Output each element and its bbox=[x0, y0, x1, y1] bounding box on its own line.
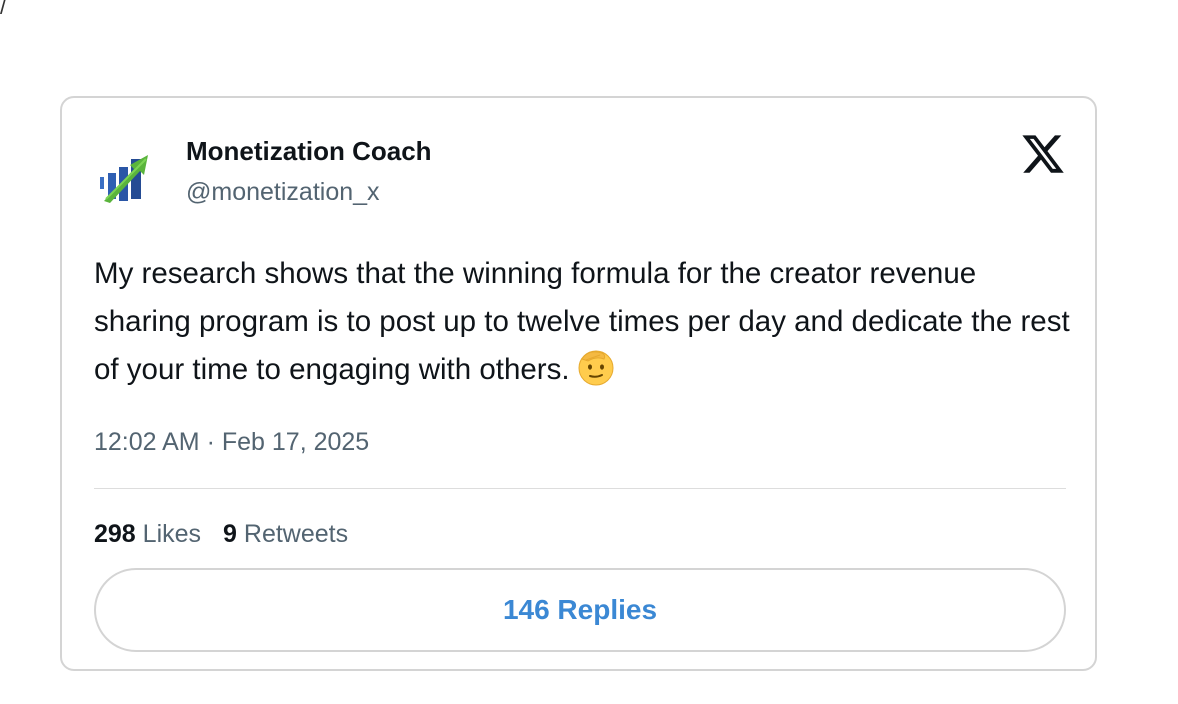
likes-stat[interactable]: 298 Likes bbox=[94, 520, 201, 548]
corner-text-fragment: / bbox=[0, 0, 7, 19]
likes-label: Likes bbox=[142, 520, 202, 548]
engagement-stats: 298 Likes 9 Retweets bbox=[94, 520, 348, 549]
timestamp-separator: · bbox=[206, 428, 215, 456]
tweet-text: My research shows that the winning formu… bbox=[94, 250, 1074, 394]
likes-count: 298 bbox=[94, 520, 136, 548]
author-handle[interactable]: @monetization_x bbox=[186, 178, 380, 207]
retweets-stat[interactable]: 9 Retweets bbox=[223, 520, 348, 548]
tweet-timestamp[interactable]: 12:02 AM · Feb 17, 2025 bbox=[94, 428, 369, 457]
retweets-count: 9 bbox=[223, 520, 237, 548]
x-logo-icon[interactable] bbox=[1020, 131, 1066, 177]
retweets-label: Retweets bbox=[243, 520, 349, 548]
page: / Monetization Coach @monetization_x My … bbox=[0, 0, 1178, 704]
divider bbox=[94, 488, 1066, 489]
tweet-time: 12:02 AM bbox=[94, 428, 200, 456]
replies-button[interactable]: 146 Replies bbox=[94, 568, 1066, 652]
author-name[interactable]: Monetization Coach bbox=[186, 136, 432, 167]
bar-chart-growth-icon bbox=[95, 144, 157, 206]
saluting-face-emoji bbox=[578, 350, 614, 386]
replies-button-label: 146 Replies bbox=[502, 594, 658, 625]
tweet-card: Monetization Coach @monetization_x My re… bbox=[60, 96, 1097, 671]
avatar[interactable] bbox=[94, 143, 158, 207]
tweet-date: Feb 17, 2025 bbox=[221, 428, 370, 456]
